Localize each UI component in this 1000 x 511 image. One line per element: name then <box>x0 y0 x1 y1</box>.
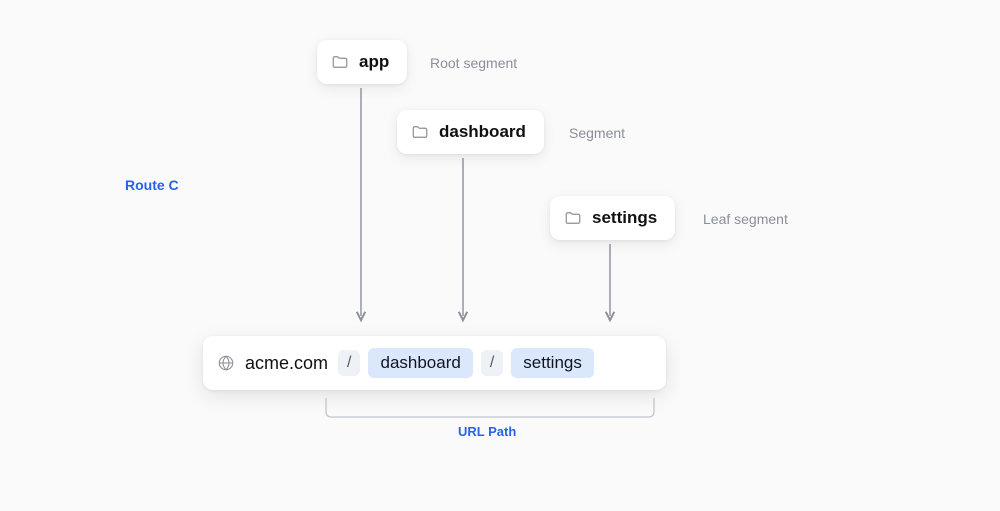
folder-icon <box>564 209 582 227</box>
arrow-app-to-url <box>356 88 366 326</box>
url-path-bracket <box>325 398 655 420</box>
url-segment-dashboard: dashboard <box>368 348 472 378</box>
diagram-stage: Route C app Root segment dashboard Segme… <box>0 0 1000 511</box>
url-bar: acme.com / dashboard / settings <box>203 336 666 390</box>
segment-desc-app: Root segment <box>430 55 517 71</box>
segment-card-app: app <box>317 40 407 84</box>
route-label: Route C <box>125 177 179 193</box>
arrow-dashboard-to-url <box>458 158 468 326</box>
segment-name: settings <box>592 208 657 228</box>
url-slash: / <box>338 350 360 376</box>
segment-desc-settings: Leaf segment <box>703 211 788 227</box>
folder-icon <box>331 53 349 71</box>
segment-card-settings: settings <box>550 196 675 240</box>
url-path-label: URL Path <box>458 424 516 439</box>
folder-icon <box>411 123 429 141</box>
url-domain: acme.com <box>245 353 328 374</box>
url-segment-settings: settings <box>511 348 594 378</box>
url-slash: / <box>481 350 503 376</box>
segment-name: app <box>359 52 389 72</box>
arrow-settings-to-url <box>605 244 615 326</box>
globe-icon <box>217 354 235 372</box>
segment-desc-dashboard: Segment <box>569 125 625 141</box>
segment-card-dashboard: dashboard <box>397 110 544 154</box>
segment-name: dashboard <box>439 122 526 142</box>
